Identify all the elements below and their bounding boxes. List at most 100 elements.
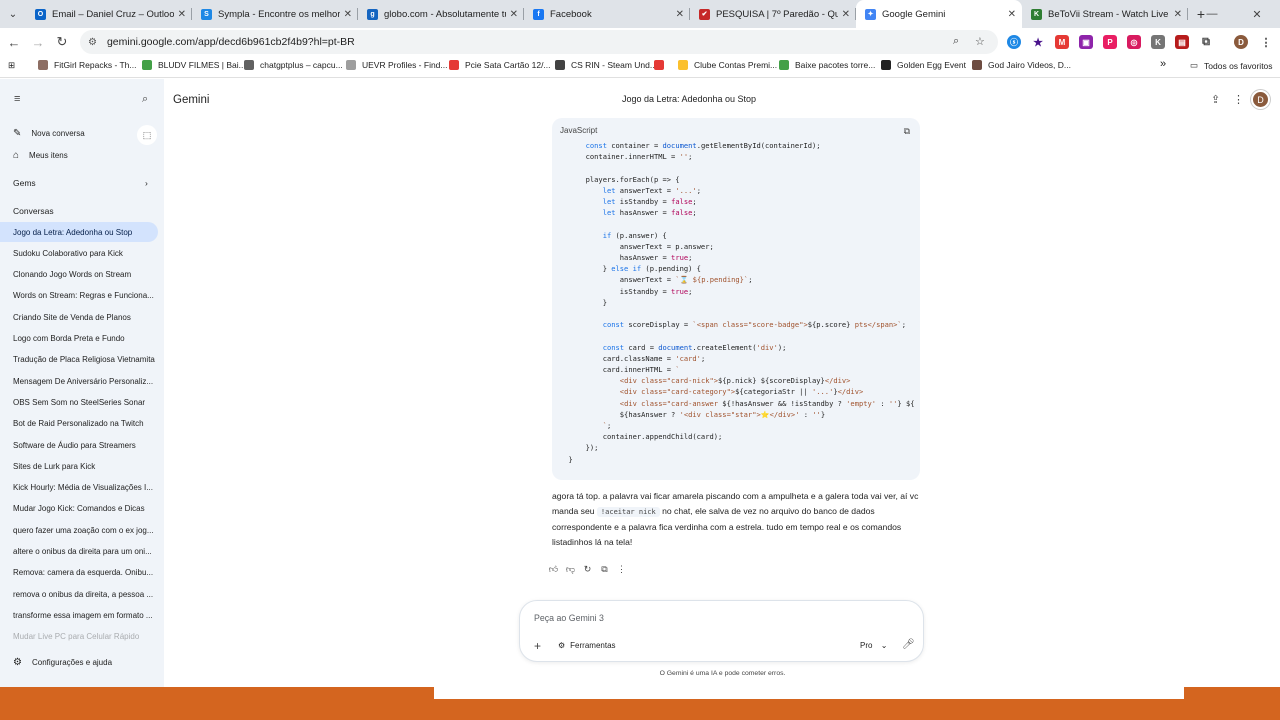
bookmark-icon: ⌂ — [13, 149, 20, 161]
conversation-item[interactable]: quero fazer uma zoação com o ex jog... — [0, 520, 158, 540]
conversation-item[interactable]: Mudar Live PC para Celular Rápido — [0, 627, 158, 647]
prompt-input[interactable]: Peça ao Gemini 3 — [534, 613, 604, 623]
bookmark-item[interactable]: God Jairo Videos, D... — [972, 60, 1071, 70]
browser-tab[interactable]: O Email – Daniel Cruz – Outlook ✕ — [26, 0, 192, 28]
conversation-item[interactable]: altere o onibus da direita para um oni..… — [0, 542, 158, 562]
gems-label: Gems — [13, 178, 36, 188]
conversation-item[interactable]: Mensagem De Aniversário Personaliz... — [0, 371, 158, 391]
app-name[interactable]: Gemini — [173, 94, 209, 106]
copy-code-icon[interactable]: ⧉ — [904, 126, 910, 137]
more-options-icon[interactable]: ⋮ — [1233, 93, 1244, 106]
browser-tab[interactable]: K BeToVii Stream - Watch Live on ✕ — [1022, 0, 1188, 28]
instagram-icon[interactable]: ◎ — [1127, 35, 1141, 49]
browser-menu-icon[interactable]: ⋮ — [1259, 35, 1273, 49]
extension-icon[interactable]: M — [1055, 35, 1069, 49]
close-tab-icon[interactable]: ✕ — [344, 9, 352, 20]
extension-icon[interactable]: ⓢ — [1007, 35, 1021, 49]
conversation-item[interactable]: Jogo da Letra: Adedonha ou Stop — [0, 222, 158, 242]
close-tab-icon[interactable]: ✕ — [1174, 9, 1182, 20]
extension-icon[interactable]: ▤ — [1175, 35, 1189, 49]
bookmark-item[interactable] — [654, 60, 670, 70]
conversation-item[interactable]: Bot de Raid Personalizado na Twitch — [0, 414, 158, 434]
avatar[interactable]: D — [1251, 90, 1270, 109]
browser-tab[interactable]: ✔ PESQUISA | 7º Paredão - Quem ✕ — [690, 0, 856, 28]
extension-icon[interactable]: K — [1151, 35, 1165, 49]
conversation-item[interactable]: OBS Sem Som no SteelSeries Sonar — [0, 392, 158, 412]
copy-icon[interactable]: ⧉ — [598, 563, 611, 576]
site-info-icon[interactable]: ⚙ — [88, 37, 97, 48]
conversation-item[interactable]: Logo com Borda Preta e Fundo — [0, 329, 158, 349]
conversation-item[interactable]: Criando Site de Venda de Planos — [0, 307, 158, 327]
conversation-item[interactable]: Clonando Jogo Words on Stream — [0, 265, 158, 285]
url-text[interactable]: gemini.google.com/app/decd6b961cb2f4b9?h… — [107, 36, 355, 48]
extension-icon[interactable]: P — [1103, 35, 1117, 49]
bookmark-item[interactable]: Pcie Sata Cartão 12/... — [449, 60, 551, 70]
gems-button[interactable]: Gems › — [0, 173, 158, 193]
bookmark-item[interactable]: UEVR Profiles - Find... — [346, 60, 448, 70]
bookmark-item[interactable]: FitGirl Repacks - Th... — [38, 60, 137, 70]
tools-button[interactable]: ⚙ Ferramentas — [558, 641, 616, 650]
bookmark-item[interactable]: BLUDV FILMES | Bai... — [142, 60, 246, 70]
share-icon[interactable]: ⇪ — [1211, 93, 1220, 106]
bookmark-item[interactable]: Baixe pacotes torre... — [779, 60, 875, 70]
bookmark-item[interactable]: Golden Egg Event — [881, 60, 966, 70]
reload-icon[interactable]: ↻ — [50, 30, 74, 54]
bookmark-item[interactable]: Clube Contas Premi... — [678, 60, 777, 70]
search-icon[interactable]: ⌕ — [142, 93, 148, 106]
conversation-item[interactable]: Words on Stream: Regras e Funciona... — [0, 286, 158, 306]
back-icon[interactable]: ← — [2, 30, 26, 54]
conversation-item[interactable]: Tradução de Placa Religiosa Vietnamita — [0, 350, 158, 370]
extension-star-icon[interactable]: ★ — [1031, 35, 1045, 49]
main-menu-icon[interactable]: ≡ — [14, 93, 20, 105]
more-vert-icon[interactable]: ⋮ — [615, 563, 628, 576]
add-attachment-icon[interactable]: + — [534, 639, 541, 653]
close-tab-icon[interactable]: ✕ — [676, 9, 684, 20]
thumbs-up-icon[interactable]: 👍︎ — [547, 563, 560, 576]
tab-search-chevron-icon[interactable]: ⌄ — [0, 0, 26, 28]
address-bar[interactable]: ⚙ gemini.google.com/app/decd6b961cb2f4b9… — [80, 30, 998, 54]
code-language-label: JavaScript — [560, 126, 598, 135]
bookmark-label: CS RIN - Steam Und... — [571, 60, 657, 70]
my-items-button[interactable]: ⌂ Meus itens — [0, 145, 158, 165]
conversation-item[interactable]: Sites de Lurk para Kick — [0, 456, 158, 476]
new-chat-button[interactable]: ✎ Nova conversa — [0, 123, 158, 143]
gear-icon: ⚙ — [13, 656, 22, 668]
close-tab-icon[interactable]: ✕ — [1008, 9, 1016, 20]
forward-icon[interactable]: → — [26, 30, 50, 54]
minimize-icon[interactable]: — — [1190, 0, 1234, 28]
browser-tab[interactable]: f Facebook ✕ — [524, 0, 690, 28]
profile-icon[interactable]: D — [1234, 35, 1248, 49]
close-tab-icon[interactable]: ✕ — [510, 9, 518, 20]
conversation-item[interactable]: Sudoku Colaborativo para Kick — [0, 243, 158, 263]
model-selector[interactable]: Pro ⌄ — [860, 641, 887, 650]
conversation-item[interactable]: Kick Hourly: Média de Visualizações I... — [0, 478, 158, 498]
conversation-item[interactable]: Mudar Jogo Kick: Comandos e Dicas — [0, 499, 158, 519]
zoom-icon[interactable]: ⌕ — [953, 35, 959, 48]
extensions-puzzle-icon[interactable]: ⧉ — [1199, 35, 1213, 49]
browser-tab[interactable]: S Sympla - Encontre os melhores ✕ — [192, 0, 358, 28]
regenerate-icon[interactable]: ↻ — [581, 563, 594, 576]
prompt-box[interactable]: Peça ao Gemini 3 + ⚙ Ferramentas Pro ⌄ 🎤︎ — [519, 600, 924, 662]
browser-tab[interactable]: ✦ Google Gemini ✕ — [856, 0, 1022, 28]
bookmark-star-icon[interactable]: ☆ — [975, 35, 985, 48]
close-tab-icon[interactable]: ✕ — [178, 9, 186, 20]
browser-tab[interactable]: g globo.com - Absolutamente tu ✕ — [358, 0, 524, 28]
microphone-icon[interactable]: 🎤︎ — [902, 639, 915, 650]
thumbs-down-icon[interactable]: 👎︎ — [564, 563, 577, 576]
bookmarks-overflow-icon[interactable]: » — [1160, 58, 1166, 70]
outlook-icon: O — [35, 8, 46, 20]
all-favorites-folder[interactable]: ▭ Todos os favoritos — [1190, 60, 1273, 71]
conversation-item[interactable]: Remova: camera da esquerda. Onibu... — [0, 563, 158, 583]
folder-icon: ▭ — [1190, 60, 1199, 70]
extension-icon[interactable]: ▣ — [1079, 35, 1093, 49]
close-window-icon[interactable]: ✕ — [1234, 0, 1280, 28]
temporary-chat-icon[interactable]: ⬚ — [137, 125, 157, 145]
conversation-item[interactable]: Software de Áudio para Streamers — [0, 435, 158, 455]
conversation-item[interactable]: transforme essa imagem em formato ... — [0, 605, 158, 625]
settings-help-button[interactable]: ⚙ Configurações e ajuda — [0, 652, 158, 672]
close-tab-icon[interactable]: ✕ — [842, 9, 850, 20]
apps-grid-icon[interactable]: ⊞ — [8, 60, 15, 71]
bookmark-item[interactable]: CS RIN - Steam Und... — [555, 60, 657, 70]
bookmark-item[interactable]: chatgptplus – capcu... — [244, 60, 343, 70]
conversation-item[interactable]: remova o onibus da direita, a pessoa ... — [0, 584, 158, 604]
